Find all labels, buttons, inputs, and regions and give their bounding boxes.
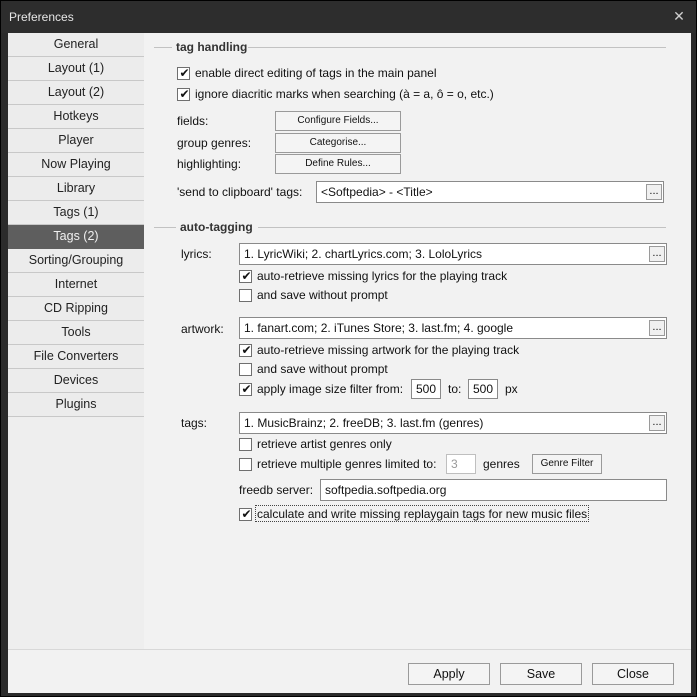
sidebar-item-tags-2[interactable]: Tags (2) xyxy=(8,225,144,249)
sidebar-item-general[interactable]: General xyxy=(8,33,144,57)
image-size-to-label: to: xyxy=(448,382,462,396)
sidebar-item-tags-1[interactable]: Tags (1) xyxy=(8,201,144,225)
fields-label: fields: xyxy=(177,114,209,128)
highlighting-label: highlighting: xyxy=(177,157,242,171)
image-size-filter-label: apply image size filter from: xyxy=(257,382,404,396)
checkbox-image-size-filter[interactable]: ✔ xyxy=(239,382,252,396)
check-icon: ✔ xyxy=(241,343,252,357)
save-lyrics-no-prompt-label: and save without prompt xyxy=(257,288,388,302)
checkbox-ignore-diacritic[interactable]: ✔ xyxy=(177,87,190,101)
sidebar-item-hotkeys[interactable]: Hotkeys xyxy=(8,105,144,129)
title-bar[interactable]: Preferences ✕ xyxy=(1,1,696,33)
categorise-button[interactable]: Categorise... xyxy=(275,133,401,153)
direct-edit-label: enable direct editing of tags in the mai… xyxy=(195,66,437,80)
section-rule xyxy=(258,227,666,228)
ignore-diacritic-label: ignore diacritic marks when searching (à… xyxy=(195,87,494,101)
preferences-panel: tag handling ✔ enable direct editing of … xyxy=(144,33,691,649)
lyrics-label: lyrics: xyxy=(181,247,212,261)
save-button[interactable]: Save xyxy=(500,663,582,685)
send-clipboard-ellipsis-button[interactable]: ... xyxy=(646,184,662,200)
replaygain-label: calculate and write missing replaygain t… xyxy=(257,507,588,521)
artwork-label: artwork: xyxy=(181,322,224,336)
checkbox-auto-retrieve-artwork[interactable]: ✔ xyxy=(239,343,252,357)
artwork-sources-input[interactable]: 1. fanart.com; 2. iTunes Store; 3. last.… xyxy=(239,317,667,339)
tags-label: tags: xyxy=(181,416,208,430)
close-button[interactable]: Close xyxy=(592,663,674,685)
sidebar-item-sorting-grouping[interactable]: Sorting/Grouping xyxy=(8,249,144,273)
section-rule xyxy=(154,47,172,48)
sidebar-item-player[interactable]: Player xyxy=(8,129,144,153)
send-clipboard-input[interactable]: <Softpedia> - <Title> xyxy=(316,181,664,203)
image-size-from-input[interactable]: 500 xyxy=(411,379,441,399)
freedb-server-label: freedb server: xyxy=(239,483,314,497)
group-genres-label: group genres: xyxy=(177,136,252,150)
tag-sources-input[interactable]: 1. MusicBrainz; 2. freeDB; 3. last.fm (g… xyxy=(239,412,667,434)
sidebar-item-internet[interactable]: Internet xyxy=(8,273,144,297)
checkbox-auto-retrieve-lyrics[interactable]: ✔ xyxy=(239,269,252,283)
lyrics-sources-input[interactable]: 1. LyricWiki; 2. chartLyrics.com; 3. Lol… xyxy=(239,243,667,265)
sidebar-item-library[interactable]: Library xyxy=(8,177,144,201)
image-size-to-input[interactable]: 500 xyxy=(468,379,498,399)
check-icon: ✔ xyxy=(241,382,252,396)
artist-genres-only-label: retrieve artist genres only xyxy=(257,437,392,451)
sidebar-item-tools[interactable]: Tools xyxy=(8,321,144,345)
sidebar-item-cd-ripping[interactable]: CD Ripping xyxy=(8,297,144,321)
checkbox-save-artwork-no-prompt[interactable] xyxy=(239,363,252,376)
preferences-window: Preferences ✕ General Layout (1) Layout (2… xyxy=(0,0,697,697)
sidebar-item-file-converters[interactable]: File Converters xyxy=(8,345,144,369)
sidebar-item-devices[interactable]: Devices xyxy=(8,369,144,393)
auto-retrieve-lyrics-label: auto-retrieve missing lyrics for the pla… xyxy=(257,269,508,283)
genre-filter-button[interactable]: Genre Filter xyxy=(532,454,602,474)
check-icon: ✔ xyxy=(179,66,190,80)
auto-retrieve-artwork-label: auto-retrieve missing artwork for the pl… xyxy=(257,343,520,357)
checkbox-artist-genres-only[interactable] xyxy=(239,438,252,451)
sidebar-item-now-playing[interactable]: Now Playing xyxy=(8,153,144,177)
save-artwork-no-prompt-label: and save without prompt xyxy=(257,362,388,376)
sidebar-item-layout-1[interactable]: Layout (1) xyxy=(8,57,144,81)
apply-button[interactable]: Apply xyxy=(408,663,490,685)
checkbox-direct-edit[interactable]: ✔ xyxy=(177,66,190,80)
image-size-unit-label: px xyxy=(505,382,518,396)
sidebar-item-plugins[interactable]: Plugins xyxy=(8,393,144,417)
lyrics-ellipsis-button[interactable]: ... xyxy=(649,246,665,262)
checkbox-replaygain[interactable]: ✔ xyxy=(239,507,252,521)
section-rule xyxy=(248,47,666,48)
multiple-genres-label: retrieve multiple genres limited to: xyxy=(257,457,437,471)
check-icon: ✔ xyxy=(241,269,252,283)
genre-limit-input[interactable]: 3 xyxy=(446,454,476,474)
artwork-ellipsis-button[interactable]: ... xyxy=(649,320,665,336)
genres-suffix-label: genres xyxy=(483,457,520,471)
section-title-tag-handling: tag handling xyxy=(176,40,248,54)
sidebar-item-layout-2[interactable]: Layout (2) xyxy=(8,81,144,105)
check-icon: ✔ xyxy=(241,507,252,521)
tags-ellipsis-button[interactable]: ... xyxy=(649,415,665,431)
checkbox-save-lyrics-no-prompt[interactable] xyxy=(239,289,252,302)
freedb-server-input[interactable]: softpedia.softpedia.org xyxy=(320,479,667,501)
section-rule xyxy=(154,227,176,228)
checkbox-multiple-genres[interactable] xyxy=(239,458,252,471)
sidebar: General Layout (1) Layout (2) Hotkeys Player… xyxy=(8,33,144,649)
window-title: Preferences xyxy=(9,10,74,24)
send-clipboard-label: 'send to clipboard' tags: xyxy=(177,185,303,199)
footer-bar: Apply Save Close xyxy=(8,649,691,693)
configure-fields-button[interactable]: Configure Fields... xyxy=(275,111,401,131)
close-icon[interactable]: ✕ xyxy=(670,7,688,25)
define-rules-button[interactable]: Define Rules... xyxy=(275,154,401,174)
section-title-auto-tagging: auto-tagging xyxy=(180,220,253,234)
check-icon: ✔ xyxy=(179,87,190,101)
